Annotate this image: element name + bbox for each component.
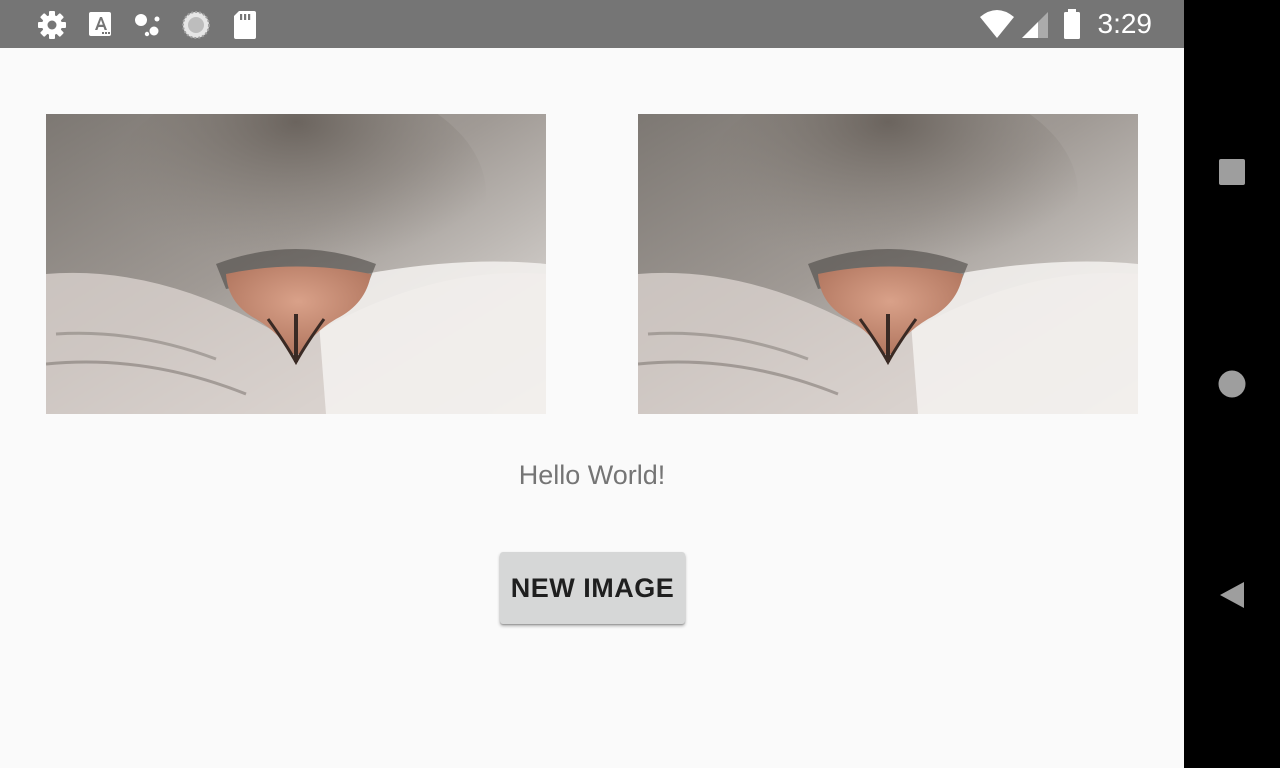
back-triangle-icon <box>1220 582 1244 608</box>
back-button[interactable] <box>1184 547 1280 643</box>
new-image-button[interactable]: NEW IMAGE <box>500 552 685 624</box>
app-screen: 3:29 Hello World! NEW IMAGE <box>0 0 1184 768</box>
recents-button[interactable] <box>1184 124 1280 220</box>
navigation-bar <box>1184 0 1280 768</box>
assistant-dots-icon <box>132 9 164 41</box>
cat-nose-photo-left <box>46 114 546 414</box>
cell-signal-icon <box>1020 9 1052 41</box>
font-a-icon <box>86 9 118 41</box>
recents-square-icon <box>1219 159 1245 185</box>
sd-card-icon <box>228 9 260 41</box>
cat-nose-photo-right <box>638 114 1138 414</box>
home-button[interactable] <box>1184 336 1280 432</box>
settings-icon <box>36 9 68 41</box>
hello-world-text: Hello World! <box>518 460 666 490</box>
clock-time: 3:29 <box>1097 8 1153 39</box>
wifi-icon <box>978 9 1016 41</box>
home-circle-icon <box>1218 370 1246 398</box>
sync-circle-icon <box>180 9 212 41</box>
status-bar: 3:29 <box>0 0 1184 48</box>
main-content: Hello World! NEW IMAGE <box>0 48 1184 768</box>
battery-icon <box>1060 9 1084 41</box>
